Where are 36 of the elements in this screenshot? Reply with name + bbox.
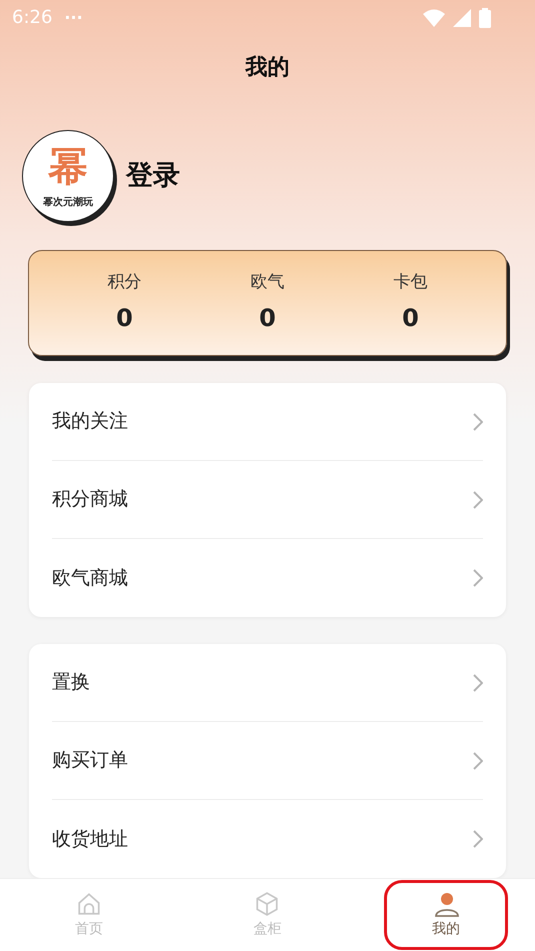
chevron-right-icon bbox=[473, 569, 483, 587]
chevron-right-icon bbox=[473, 412, 483, 430]
menu-label: 我的关注 bbox=[52, 409, 128, 434]
home-icon bbox=[76, 890, 102, 916]
status-time: 6:26 bbox=[12, 6, 52, 30]
menu-item[interactable]: 购买订单 bbox=[52, 722, 483, 800]
menu-label: 欧气商城 bbox=[52, 566, 128, 591]
stat-label: 卡包 bbox=[394, 271, 428, 294]
menu-label: 收货地址 bbox=[52, 826, 128, 852]
menu-item[interactable]: 置换 bbox=[52, 644, 483, 722]
menu-item[interactable]: 收货地址 bbox=[52, 800, 483, 878]
stat-label: 欧气 bbox=[250, 271, 284, 294]
menu-item[interactable]: 积分商城 bbox=[52, 461, 483, 539]
login-link[interactable]: 登录 bbox=[126, 156, 180, 196]
status-more: ··· bbox=[64, 6, 83, 28]
wifi-icon bbox=[423, 8, 445, 26]
tab-item[interactable]: 我的 bbox=[384, 880, 508, 950]
menu-label: 购买订单 bbox=[52, 748, 128, 774]
logo-mark: 幂 bbox=[47, 142, 89, 190]
menu-label: 置换 bbox=[52, 670, 90, 696]
logo-caption: 幂次元潮玩 bbox=[43, 196, 93, 210]
chevron-right-icon bbox=[473, 674, 483, 692]
signal-icon bbox=[453, 8, 471, 26]
menu-item[interactable]: 我的关注 bbox=[52, 383, 483, 461]
menu-item[interactable]: 欧气商城 bbox=[52, 539, 483, 617]
chevron-right-icon bbox=[473, 752, 483, 770]
page-title: 我的 bbox=[246, 54, 290, 82]
cube-icon bbox=[254, 890, 280, 916]
stat-value: 0 bbox=[402, 302, 419, 334]
menu-label: 积分商城 bbox=[52, 487, 128, 512]
battery-icon bbox=[479, 8, 491, 28]
chevron-right-icon bbox=[473, 490, 483, 508]
stat-value: 0 bbox=[259, 302, 276, 334]
stat-value: 0 bbox=[116, 302, 133, 334]
chevron-right-icon bbox=[473, 830, 483, 848]
stat-label: 积分 bbox=[108, 271, 142, 294]
